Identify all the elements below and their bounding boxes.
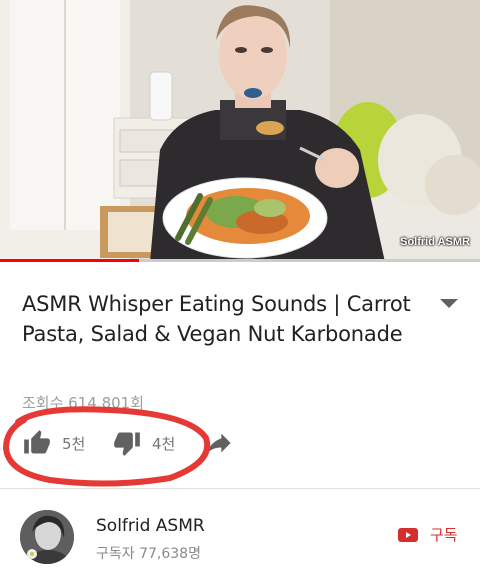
subscriber-count: 구독자 77,638명: [96, 546, 201, 562]
share-icon: [204, 428, 234, 458]
avatar-image: [20, 510, 74, 564]
youtube-play-icon: [398, 527, 418, 542]
action-bar: 5천 4천: [0, 418, 480, 468]
share-button[interactable]: [204, 418, 234, 468]
video-progress-fill: [0, 259, 140, 262]
expand-chevron-icon[interactable]: [440, 299, 458, 308]
section-divider: [0, 488, 480, 489]
dislike-button[interactable]: 4천: [112, 418, 175, 468]
dislike-count: 4천: [152, 434, 176, 453]
video-frame: [0, 0, 480, 262]
view-count: 조회수 614,801회: [22, 394, 144, 412]
channel-name[interactable]: Solfrid ASMR: [96, 516, 205, 536]
video-player[interactable]: Solfrid ASMR: [0, 0, 480, 262]
thumbs-down-icon: [112, 428, 142, 458]
video-title-row[interactable]: ASMR Whisper Eating Sounds | Carrot Past…: [22, 289, 462, 349]
subscribe-button[interactable]: 구독: [398, 524, 458, 545]
channel-avatar[interactable]: [20, 510, 74, 564]
like-button[interactable]: 5천: [22, 418, 85, 468]
subscribe-label: 구독: [430, 526, 458, 544]
video-watermark: Solfrid ASMR: [400, 236, 470, 248]
like-count: 5천: [62, 434, 86, 453]
thumbs-up-icon: [22, 428, 52, 458]
video-progress-bar[interactable]: [0, 259, 480, 262]
video-title: ASMR Whisper Eating Sounds | Carrot Past…: [22, 292, 411, 346]
